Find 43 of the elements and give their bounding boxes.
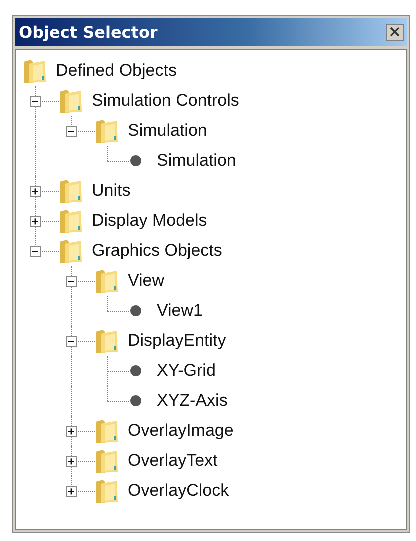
tree-item-label[interactable]: XY-Grid [157, 361, 216, 381]
node-dot-icon [129, 394, 143, 408]
collapse-icon[interactable] [66, 126, 77, 137]
expand-icon[interactable] [66, 456, 77, 467]
folder-icon [95, 118, 119, 144]
close-icon [390, 27, 400, 37]
folder-icon [95, 268, 119, 294]
tree-item-label[interactable]: Defined Objects [56, 61, 177, 81]
tree-item-label[interactable]: DisplayEntity [128, 331, 226, 351]
collapse-icon[interactable] [66, 336, 77, 347]
folder-icon [95, 418, 119, 444]
tree-item-label[interactable]: View1 [157, 301, 203, 321]
tree-item-label[interactable]: Units [92, 181, 131, 201]
node-dot-icon [129, 304, 143, 318]
folder-icon [59, 208, 83, 234]
folder-icon [95, 448, 119, 474]
close-button[interactable] [386, 24, 404, 40]
tree-item-label[interactable]: XYZ-Axis [157, 391, 228, 411]
tree-item-label[interactable]: Graphics Objects [92, 241, 222, 261]
tree-item-label[interactable]: OverlayText [128, 451, 218, 471]
expand-icon[interactable] [30, 186, 41, 197]
collapse-icon[interactable] [30, 246, 41, 257]
tree-item-label[interactable]: Display Models [92, 211, 208, 231]
folder-icon [59, 178, 83, 204]
collapse-icon[interactable] [66, 276, 77, 287]
collapse-icon[interactable] [30, 96, 41, 107]
folder-icon [23, 58, 47, 84]
folder-icon [95, 328, 119, 354]
tree-item-label[interactable]: View [128, 271, 165, 291]
expand-icon[interactable] [30, 216, 41, 227]
window-title: Object Selector [19, 22, 158, 42]
folder-icon [59, 238, 83, 264]
folder-icon [59, 88, 83, 114]
expand-icon[interactable] [66, 426, 77, 437]
folder-icon [95, 478, 119, 504]
tree-item-label[interactable]: OverlayImage [128, 421, 234, 441]
tree-item-label[interactable]: Simulation [128, 121, 208, 141]
tree-item-label[interactable]: Simulation Controls [92, 91, 240, 111]
expand-icon[interactable] [66, 486, 77, 497]
node-dot-icon [129, 364, 143, 378]
tree-item-label[interactable]: OverlayClock [128, 481, 230, 501]
node-dot-icon [129, 154, 143, 168]
tree-item-label[interactable]: Simulation [157, 151, 236, 171]
